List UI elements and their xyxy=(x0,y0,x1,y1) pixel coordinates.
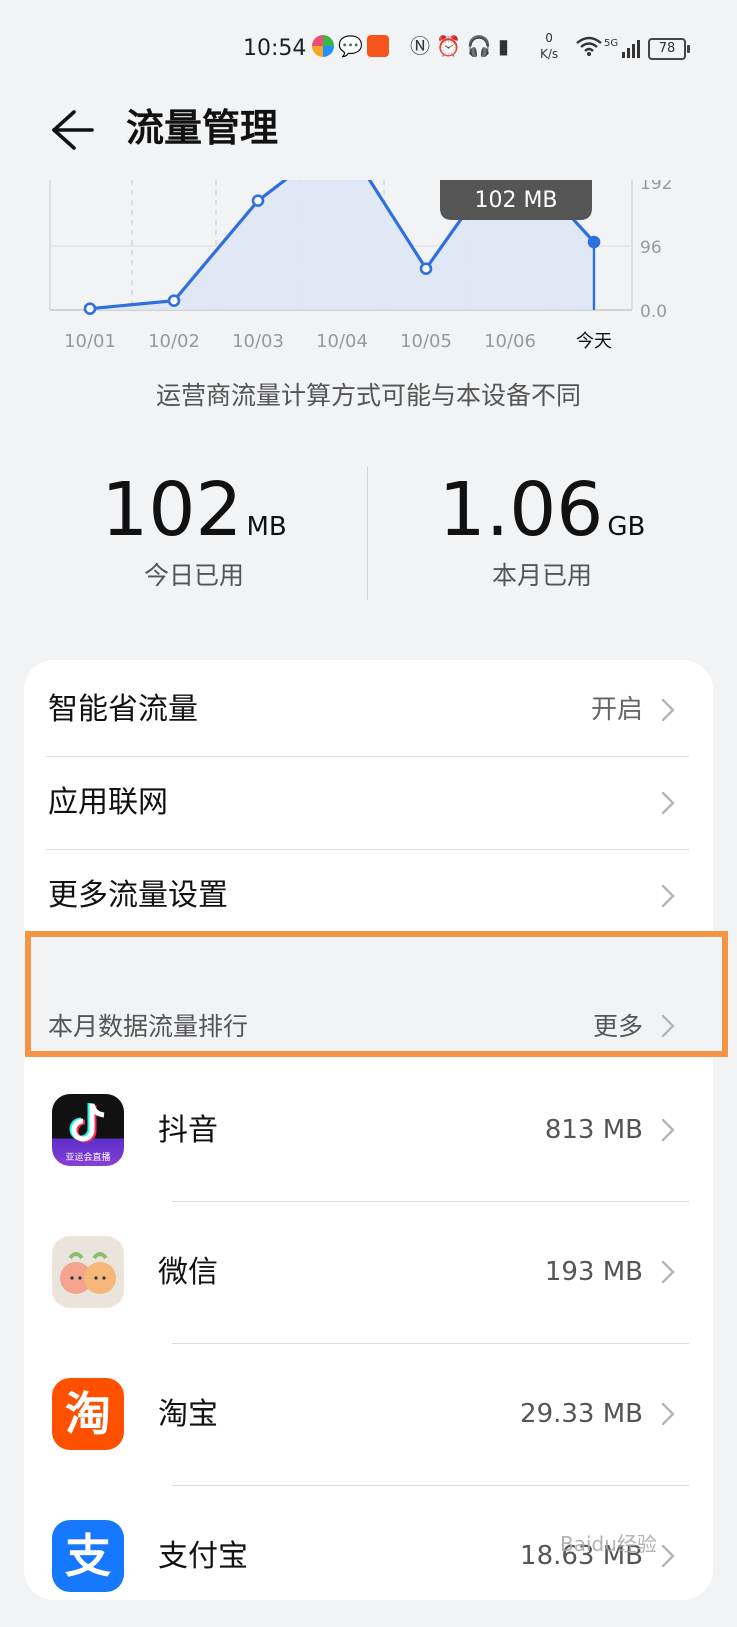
app-usage: 813 MB xyxy=(544,1115,643,1145)
wechat-notification-icon: 💬 xyxy=(338,34,363,58)
app-network-label: 应用联网 xyxy=(48,785,168,820)
month-usage: 1.06 GB 本月已用 xyxy=(392,470,692,592)
data-point[interactable] xyxy=(167,294,181,307)
douyin-icon-caption: 亚运会直播 xyxy=(65,1151,110,1163)
chevron-right-icon xyxy=(661,791,675,815)
status-time: 10:54 xyxy=(243,36,307,61)
x-tick-label: 今天 xyxy=(576,331,612,352)
alarm-icon: ⏰ xyxy=(436,34,461,58)
status-bar: 10:54 💬 Ⓝ ⏰ 🎧 ▮ 0 K/s 5G 78 xyxy=(0,0,737,100)
app-badge-icon xyxy=(366,35,389,57)
data-point[interactable] xyxy=(587,235,601,249)
stats-divider xyxy=(367,466,368,600)
chevron-right-icon xyxy=(661,1260,675,1284)
y-tick-label: 96 xyxy=(640,238,662,258)
today-usage-unit: MB xyxy=(246,512,287,542)
net-speed: 0 K/s xyxy=(540,31,559,61)
highlight-box xyxy=(25,931,728,1057)
douyin-icon: 亚运会直播 xyxy=(52,1094,124,1166)
y-tick-label: 0.0 xyxy=(640,302,667,322)
app-name: 淘宝 xyxy=(158,1397,218,1432)
wechat-icon xyxy=(52,1236,124,1308)
chevron-right-icon xyxy=(661,1118,675,1142)
usage-chart[interactable]: 0.0 96 192 10/01 10/02 10/03 10/04 10/05 10/06 今天… xyxy=(0,180,737,370)
wifi-icon xyxy=(576,36,602,56)
chevron-right-icon xyxy=(661,698,675,722)
app-name: 抖音 xyxy=(158,1113,218,1148)
more-settings-label: 更多流量设置 xyxy=(48,878,228,913)
app-notification-icon xyxy=(312,35,334,57)
data-point[interactable] xyxy=(83,302,97,315)
data-point[interactable] xyxy=(251,194,265,207)
app-row-taobao[interactable]: 淘 淘宝 29.33 MB xyxy=(24,1344,713,1485)
more-settings-row[interactable]: 更多流量设置 xyxy=(24,850,713,942)
chevron-right-icon xyxy=(661,884,675,908)
app-usage: 193 MB xyxy=(544,1257,643,1287)
x-tick-label: 10/05 xyxy=(400,331,452,352)
signal-icon: 5G xyxy=(604,38,641,58)
app-name: 微信 xyxy=(158,1255,218,1290)
system-icons: Ⓝ ⏰ 🎧 ▮ xyxy=(410,34,509,58)
today-usage-label: 今日已用 xyxy=(143,561,244,590)
smart-saver-label: 智能省流量 xyxy=(48,692,198,727)
alipay-icon: 支 xyxy=(52,1520,124,1592)
app-row-douyin[interactable]: 亚运会直播 抖音 813 MB xyxy=(24,1060,713,1201)
app-row-wechat[interactable]: 微信 193 MB xyxy=(24,1202,713,1343)
today-usage-value: 102 xyxy=(101,467,243,553)
month-usage-value: 1.06 xyxy=(438,467,604,553)
data-point[interactable] xyxy=(419,262,433,275)
notification-icons: 💬 xyxy=(312,34,389,58)
app-network-row[interactable]: 应用联网 xyxy=(24,757,713,849)
x-tick-label: 10/02 xyxy=(148,331,200,352)
today-usage: 102 MB 今日已用 xyxy=(44,470,344,592)
x-tick-label: 10/04 xyxy=(316,331,368,352)
chevron-right-icon xyxy=(661,1544,675,1568)
x-tick-label: 10/01 xyxy=(64,331,116,352)
page-title: 流量管理 xyxy=(126,106,279,150)
x-tick-label: 10/06 xyxy=(484,331,536,352)
nfc-icon: Ⓝ xyxy=(410,34,430,58)
smart-saver-status: 开启 xyxy=(590,695,643,725)
carrier-notice: 运营商流量计算方式可能与本设备不同 xyxy=(155,381,581,410)
app-usage: 29.33 MB xyxy=(520,1399,643,1429)
battery-small-icon: ▮ xyxy=(497,34,509,58)
month-usage-unit: GB xyxy=(607,512,646,542)
y-tick-label: 192 xyxy=(640,180,672,194)
x-tick-label: 10/03 xyxy=(232,331,284,352)
watermark: Baidu经验 xyxy=(560,1532,657,1556)
app-name: 支付宝 xyxy=(158,1539,248,1574)
back-button[interactable] xyxy=(44,104,96,156)
month-usage-label: 本月已用 xyxy=(491,561,592,590)
tooltip-label: 102 MB xyxy=(474,188,557,213)
chevron-right-icon xyxy=(661,1402,675,1426)
smart-saver-row[interactable]: 智能省流量 开启 xyxy=(24,664,713,756)
taobao-icon: 淘 xyxy=(52,1378,124,1450)
battery-icon: 78 xyxy=(648,38,690,60)
headphones-icon: 🎧 xyxy=(466,34,492,58)
